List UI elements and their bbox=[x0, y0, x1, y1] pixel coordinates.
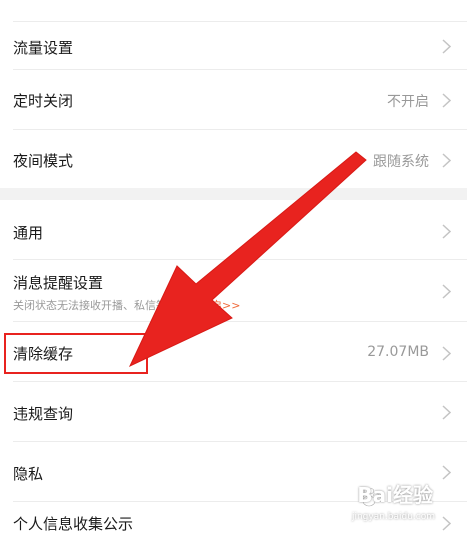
general-label: 通用 bbox=[13, 224, 44, 242]
notification-settings-subtitle: 关闭状态无法接收开播、私信等请前往开启>> bbox=[13, 297, 240, 313]
night-mode-label: 夜间模式 bbox=[13, 152, 74, 170]
timed-shutdown-row[interactable]: 定时关闭 不开启 bbox=[0, 70, 467, 130]
traffic-settings-label: 流量设置 bbox=[13, 39, 74, 57]
top-partial-row bbox=[0, 0, 467, 22]
clear-cache-highlight-box bbox=[4, 333, 148, 374]
cache-size-value: 27.07MB bbox=[367, 344, 429, 360]
chevron-right-icon bbox=[442, 93, 451, 108]
personal-info-label: 个人信息收集公示 bbox=[13, 515, 134, 533]
timed-shutdown-label: 定时关闭 bbox=[13, 92, 74, 110]
notification-disabled-text: 关闭状态无法接收开播、私信等 bbox=[13, 299, 167, 312]
notification-settings-label: 消息提醒设置 bbox=[13, 274, 104, 292]
watermark-brand: Bai经验 bbox=[357, 479, 433, 508]
settings-screen: 流量设置 定时关闭 不开启 夜间模式 跟随系统 通用 消息提醒设置 关闭状态无法… bbox=[0, 0, 467, 536]
chevron-right-icon bbox=[442, 465, 451, 480]
chevron-right-icon bbox=[442, 284, 451, 299]
watermark-domain: jingyan.baidu.com bbox=[351, 512, 435, 522]
violation-query-label: 违规查询 bbox=[13, 405, 74, 423]
timed-shutdown-value: 不开启 bbox=[387, 94, 429, 110]
watermark-brand-suffix: 经验 bbox=[393, 483, 433, 507]
chevron-right-icon bbox=[442, 516, 451, 531]
privacy-label: 隐私 bbox=[13, 465, 44, 483]
chevron-right-icon bbox=[442, 224, 451, 239]
chevron-right-icon bbox=[442, 153, 451, 168]
group-separator bbox=[0, 188, 467, 200]
night-mode-value: 跟随系统 bbox=[373, 154, 429, 170]
enable-notifications-link[interactable]: 请前往开启>> bbox=[167, 299, 240, 312]
chevron-right-icon bbox=[442, 346, 451, 361]
watermark-brand-text: Bai bbox=[357, 483, 393, 507]
notification-settings-row[interactable]: 消息提醒设置 关闭状态无法接收开播、私信等请前往开启>> bbox=[0, 260, 467, 322]
night-mode-row[interactable]: 夜间模式 跟随系统 bbox=[0, 130, 467, 188]
chevron-right-icon bbox=[442, 405, 451, 420]
violation-query-row[interactable]: 违规查询 bbox=[0, 382, 467, 442]
traffic-settings-row[interactable]: 流量设置 bbox=[0, 22, 467, 70]
general-row[interactable]: 通用 bbox=[0, 200, 467, 260]
chevron-right-icon bbox=[442, 39, 451, 54]
